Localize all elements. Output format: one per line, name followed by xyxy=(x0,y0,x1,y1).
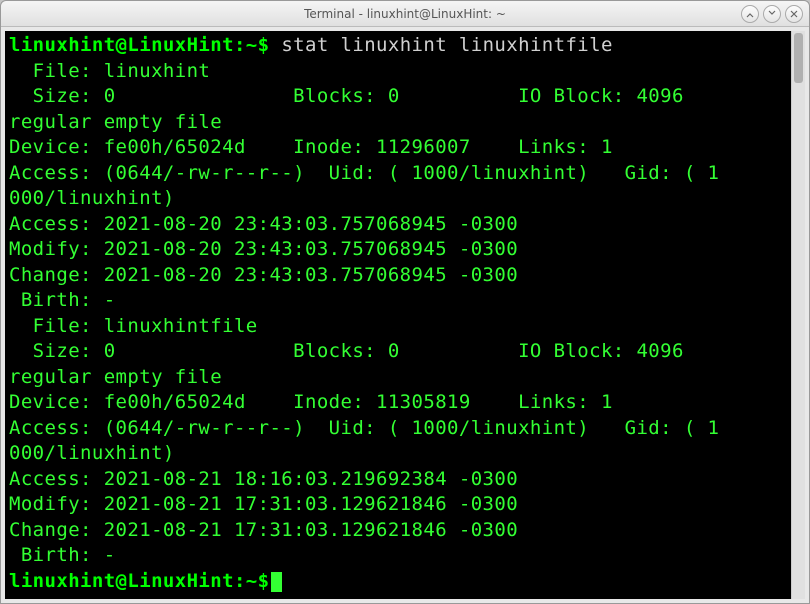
output-line: Modify: 2021-08-21 17:31:03.129621846 -0… xyxy=(9,492,787,518)
output-line: Access: 2021-08-21 18:16:03.219692384 -0… xyxy=(9,467,787,493)
terminal-content[interactable]: linuxhint@LinuxHint:~$ stat linuxhint li… xyxy=(5,31,791,599)
output-line: 000/linuxhint) xyxy=(9,441,787,467)
output-line: Device: fe00h/65024d Inode: 11296007 Lin… xyxy=(9,135,787,161)
scrollbar[interactable] xyxy=(791,31,805,599)
terminal-window: Terminal - linuxhint@LinuxHint: ~ linuxh… xyxy=(0,0,810,604)
output-line: Device: fe00h/65024d Inode: 11305819 Lin… xyxy=(9,390,787,416)
window-title: Terminal - linuxhint@LinuxHint: ~ xyxy=(304,7,506,21)
maximize-button[interactable] xyxy=(763,5,781,23)
output-line: File: linuxhint xyxy=(9,59,787,85)
output-line: Birth: - xyxy=(9,288,787,314)
prompt-userhost: linuxhint@LinuxHint xyxy=(9,34,234,56)
prompt-sep: : xyxy=(234,570,246,592)
output-line: File: linuxhintfile xyxy=(9,314,787,340)
output-line: Access: 2021-08-20 23:43:03.757068945 -0… xyxy=(9,212,787,238)
prompt-path: ~ xyxy=(246,570,258,592)
output-line: Birth: - xyxy=(9,543,787,569)
close-button[interactable] xyxy=(785,5,803,23)
command-text: stat linuxhint linuxhintfile xyxy=(281,34,613,56)
output-line: Change: 2021-08-21 17:31:03.129621846 -0… xyxy=(9,518,787,544)
scroll-thumb[interactable] xyxy=(794,33,803,83)
prompt-sep: : xyxy=(234,34,246,56)
output-line: Modify: 2021-08-20 23:43:03.757068945 -0… xyxy=(9,237,787,263)
cursor xyxy=(271,572,282,592)
output-line: Access: (0644/-rw-r--r--) Uid: ( 1000/li… xyxy=(9,161,787,187)
prompt-dollar: $ xyxy=(258,570,270,592)
window-controls xyxy=(741,5,803,23)
output-line: Size: 0 Blocks: 0 IO Block: 4096 xyxy=(9,339,787,365)
terminal-frame: linuxhint@LinuxHint:~$ stat linuxhint li… xyxy=(1,27,809,603)
minimize-button[interactable] xyxy=(741,5,759,23)
output-line: 000/linuxhint) xyxy=(9,186,787,212)
command-text xyxy=(269,34,281,56)
output-line: Size: 0 Blocks: 0 IO Block: 4096 xyxy=(9,84,787,110)
output-line: Access: (0644/-rw-r--r--) Uid: ( 1000/li… xyxy=(9,416,787,442)
output-line: Change: 2021-08-20 23:43:03.757068945 -0… xyxy=(9,263,787,289)
prompt-dollar: $ xyxy=(258,34,270,56)
prompt-path: ~ xyxy=(246,34,258,56)
output-line: regular empty file xyxy=(9,365,787,391)
output-line: regular empty file xyxy=(9,110,787,136)
prompt-userhost: linuxhint@LinuxHint xyxy=(9,570,234,592)
titlebar[interactable]: Terminal - linuxhint@LinuxHint: ~ xyxy=(1,1,809,27)
